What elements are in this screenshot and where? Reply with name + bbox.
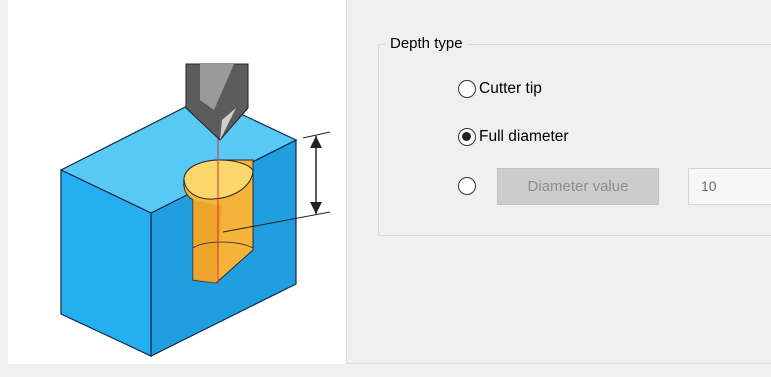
radio-button[interactable] (458, 177, 476, 195)
radio-cutter-tip[interactable]: Cutter tip (458, 80, 542, 98)
bottom-divider (346, 363, 771, 364)
radio-diameter-value[interactable] (458, 177, 476, 195)
radio-button[interactable] (458, 80, 476, 98)
depth-type-groupbox (378, 44, 771, 236)
panel-divider (346, 0, 347, 364)
radio-label: Full diameter (479, 128, 569, 145)
radio-button-checked[interactable] (458, 128, 476, 146)
radio-full-diameter[interactable]: Full diameter (458, 128, 569, 146)
radio-label: Cutter tip (479, 80, 542, 97)
illustration-panel (8, 0, 346, 364)
drill-depth-diagram (59, 63, 331, 357)
diameter-value-input[interactable]: 10 (688, 168, 771, 205)
groupbox-title: Depth type (386, 35, 467, 53)
diameter-value-button[interactable]: Diameter value (497, 168, 659, 205)
